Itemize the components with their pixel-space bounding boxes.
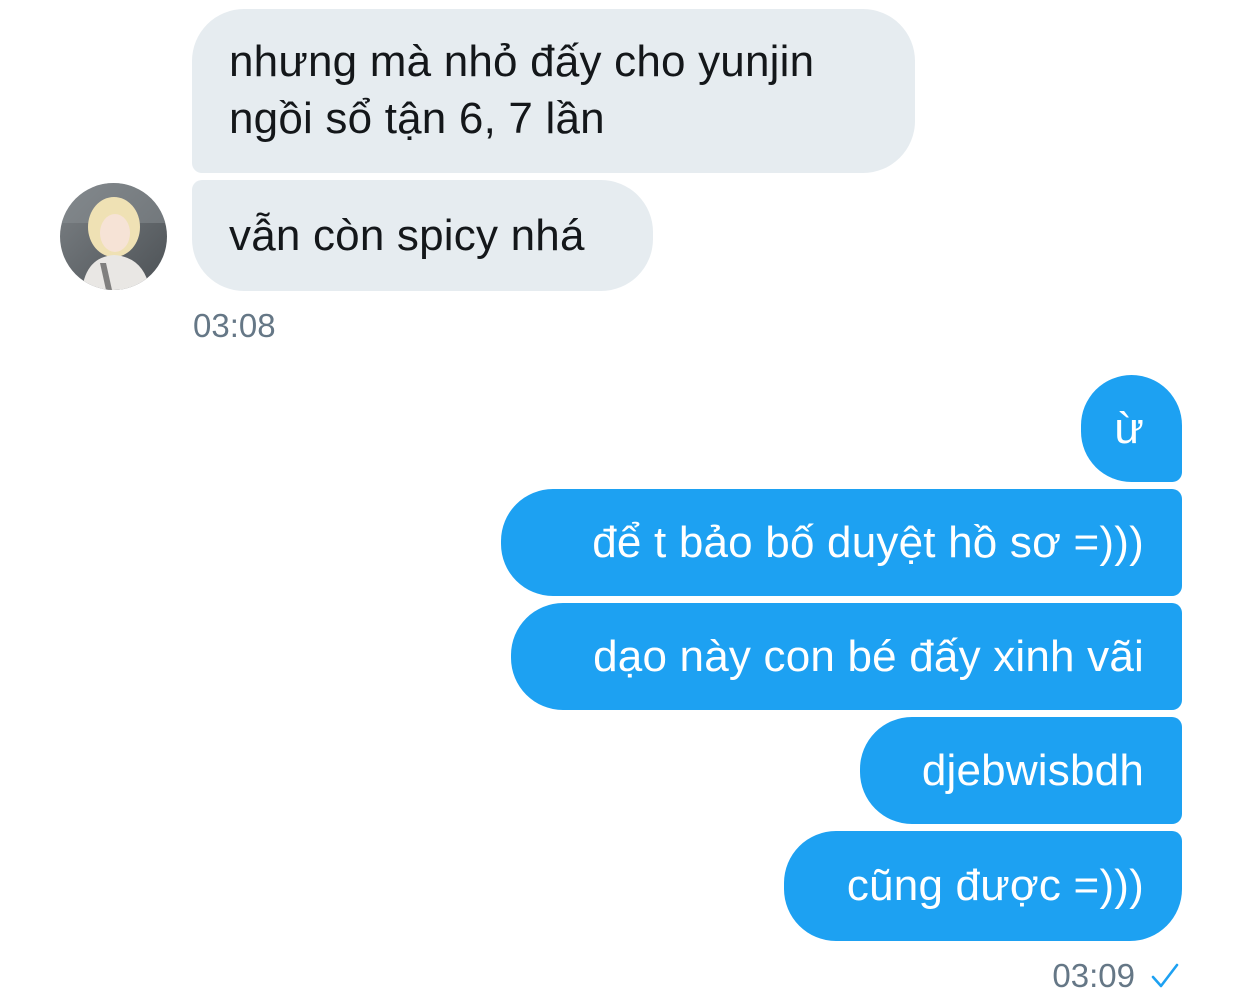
incoming-message[interactable]: vẫn còn spicy nhá	[192, 180, 653, 291]
message-timestamp: 03:09	[1052, 957, 1135, 994]
outgoing-message[interactable]: ừ	[1081, 375, 1182, 482]
message-text: djebwisbdh	[921, 746, 1144, 795]
message-text: cũng được =)))	[846, 861, 1144, 910]
message-text: để t bảo bố duyệt hồ sơ =)))	[592, 518, 1144, 567]
avatar-image	[60, 183, 167, 290]
checkmark-icon	[1151, 963, 1179, 988]
message-text: dạo này con bé đấy xinh vãi	[593, 632, 1144, 681]
outgoing-message[interactable]: djebwisbdh	[860, 717, 1182, 824]
outgoing-message[interactable]: cũng được =)))	[784, 831, 1182, 941]
message-line: nhưng mà nhỏ đấy cho yunjin	[229, 37, 815, 86]
outgoing-message[interactable]: để t bảo bố duyệt hồ sơ =)))	[501, 489, 1182, 596]
message-timestamp: 03:08	[193, 307, 276, 344]
message-line: ngồi sổ tận 6, 7 lần	[229, 94, 605, 143]
outgoing-message[interactable]: dạo này con bé đấy xinh vãi	[511, 603, 1182, 710]
message-line: vẫn còn spicy nhá	[229, 211, 585, 260]
contact-avatar[interactable]	[60, 183, 167, 290]
message-text: ừ	[1114, 404, 1144, 453]
incoming-message[interactable]: nhưng mà nhỏ đấy cho yunjin ngồi sổ tận …	[192, 9, 915, 173]
